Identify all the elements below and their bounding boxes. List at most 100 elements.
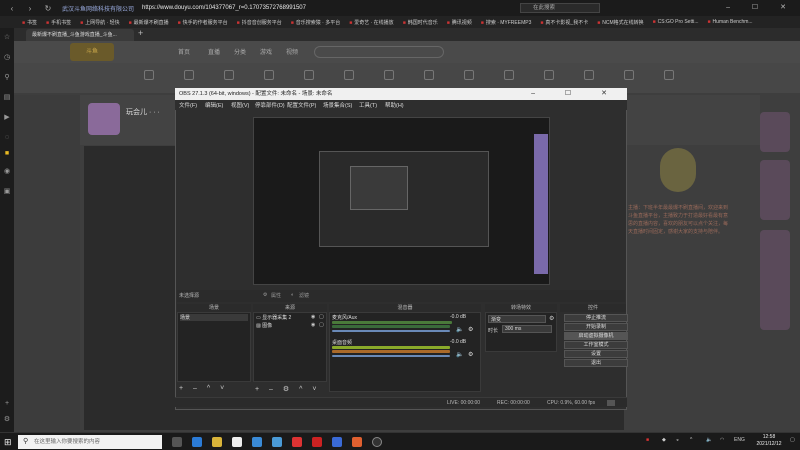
address-bar[interactable]: https://www.douyu.com/104377067_r=0.1707… <box>142 5 306 11</box>
chevron-up-icon[interactable]: ^ <box>690 437 692 443</box>
gear-icon[interactable]: ⚙ <box>3 416 11 424</box>
video-icon[interactable]: ▶ <box>3 114 11 122</box>
bookmark-item[interactable]: 抖音音创服务平台 <box>237 19 282 26</box>
category-icon[interactable] <box>224 70 234 80</box>
app-icon[interactable]: ■ <box>3 150 11 158</box>
studio-mode-button[interactable]: 工作室模式 <box>564 341 628 349</box>
category-icon[interactable] <box>664 70 674 80</box>
taskbar-clock[interactable]: 12:58 2021/12/12 <box>752 434 786 448</box>
menu-docks[interactable]: 停靠部件(D) <box>255 101 285 109</box>
refresh-icon[interactable]: ↻ <box>42 4 54 13</box>
note-icon[interactable]: ▤ <box>3 94 11 102</box>
menu-help[interactable]: 帮助(H) <box>385 101 404 109</box>
sources-controls[interactable]: + – ⚙ ^ ˅ <box>255 385 320 393</box>
category-icon[interactable] <box>624 70 634 80</box>
category-icon[interactable] <box>264 70 274 80</box>
browser-icon[interactable] <box>252 437 262 447</box>
app-icon[interactable] <box>332 437 342 447</box>
game-icon[interactable]: ◉ <box>3 168 11 176</box>
chat-icon[interactable]: ◌ <box>3 134 11 142</box>
bookmark-item[interactable]: 腾讯视频 <box>447 19 472 26</box>
menu-edit[interactable]: 编辑(E) <box>205 101 223 109</box>
gear-icon[interactable]: ⚙ <box>468 326 473 333</box>
obs-preview[interactable] <box>253 117 550 285</box>
shop-icon[interactable]: ▣ <box>3 188 11 196</box>
taskbar-search-input[interactable]: ⚲ 在这里输入你要搜索的内容 <box>18 435 162 449</box>
scenes-controls[interactable]: + – ^ ˅ <box>179 385 228 392</box>
source-item[interactable]: ▭ 显示器采集 2 <box>256 314 291 321</box>
menu-profile[interactable]: 配置文件(P) <box>287 101 316 109</box>
gift-panel[interactable] <box>760 230 790 330</box>
back-icon[interactable]: ‹ <box>6 4 18 13</box>
gear-icon[interactable]: ⚙ <box>468 351 473 358</box>
bookmark-item[interactable]: 搜索 · MYFREEMP3 <box>481 19 532 26</box>
bookmark-item[interactable]: 最新爆不刷直播 <box>129 19 169 26</box>
volume-slider[interactable] <box>332 355 450 357</box>
window-controls[interactable]: – ☐ ✕ <box>726 3 796 11</box>
category-icon[interactable] <box>144 70 154 80</box>
category-icon[interactable] <box>344 70 354 80</box>
tray-icon[interactable]: ■ <box>646 437 649 443</box>
app-icon[interactable] <box>272 437 282 447</box>
speaker-icon[interactable]: 🔈 <box>456 326 463 333</box>
gift-panel[interactable] <box>760 160 790 220</box>
filter-icon[interactable]: ◐ <box>291 292 294 298</box>
task-view-icon[interactable] <box>172 437 182 447</box>
tray-icon[interactable]: ◆ <box>662 437 666 443</box>
windows-start-icon[interactable]: ⊞ <box>4 437 12 448</box>
obs-taskbar-icon[interactable] <box>372 437 382 447</box>
lock-icon[interactable]: ▢ <box>319 322 324 328</box>
menu-view[interactable]: 视图(V) <box>231 101 249 109</box>
nav-item[interactable]: 视频 <box>286 47 298 56</box>
bookmark-item[interactable]: 音乐搜索猿 · 多平台 <box>291 19 340 26</box>
nav-item[interactable]: 直播 <box>208 47 220 56</box>
app-icon[interactable] <box>352 437 362 447</box>
category-icon[interactable] <box>184 70 194 80</box>
edge-icon[interactable] <box>192 437 202 447</box>
bookmark-item[interactable]: 快手的作者服务平台 <box>178 19 228 26</box>
site-identity[interactable]: 武汉斗鱼网络科技有限公司 <box>62 4 134 13</box>
bookmark-item[interactable]: 书签 <box>22 19 37 26</box>
bookmark-item[interactable]: 手机书签 <box>46 19 71 26</box>
douyu-search-input[interactable] <box>314 46 444 58</box>
virtual-camera-button[interactable]: 启动虚拟摄像机 <box>564 332 628 340</box>
bookmark-item[interactable]: 上网导航 · 轻快 <box>80 19 119 26</box>
nav-item[interactable]: 分类 <box>234 47 246 56</box>
app-icon[interactable] <box>312 437 322 447</box>
properties-button[interactable]: 属性 <box>271 292 281 299</box>
bookmark-item[interactable]: 韩国时代音乐 <box>403 19 438 26</box>
network-icon[interactable]: ◒ <box>676 437 679 443</box>
search-icon[interactable]: ⚲ <box>3 74 11 82</box>
filters-button[interactable]: 滤镜 <box>299 292 309 299</box>
streamer-name[interactable]: 玩会儿 · · · <box>126 107 160 117</box>
menu-tools[interactable]: 工具(T) <box>359 101 377 109</box>
bookmark-item[interactable]: NCM格式在线转换 <box>597 19 643 26</box>
language-indicator[interactable]: ENG <box>734 437 745 443</box>
promo-banner[interactable] <box>760 112 790 152</box>
menu-file[interactable]: 文件(F) <box>179 101 197 109</box>
wifi-icon[interactable]: ◠ <box>720 437 724 443</box>
transition-select[interactable]: 渐变 <box>488 315 546 323</box>
category-icon[interactable] <box>584 70 594 80</box>
category-icon[interactable] <box>504 70 514 80</box>
volume-icon[interactable]: 🔈 <box>706 437 712 443</box>
folder-icon[interactable] <box>212 437 222 447</box>
star-icon[interactable]: ☆ <box>3 34 11 42</box>
new-tab-icon[interactable]: + <box>138 28 143 38</box>
start-recording-button[interactable]: 开始录制 <box>564 323 628 331</box>
gear-icon[interactable]: ⚙ <box>263 292 267 298</box>
source-item[interactable]: ▨ 图像 <box>256 322 272 329</box>
tab-douyu[interactable]: 最新爆不刷直播_斗鱼游戏直播_斗鱼... <box>26 29 134 41</box>
category-icon[interactable] <box>304 70 314 80</box>
category-icon[interactable] <box>464 70 474 80</box>
bookmark-item[interactable]: CS:GO Pro Setti... <box>653 19 699 25</box>
app-icon[interactable] <box>292 437 302 447</box>
history-icon[interactable]: ◷ <box>3 54 11 62</box>
category-icon[interactable] <box>544 70 554 80</box>
browser-search-input[interactable]: 在此搜索 <box>520 3 600 13</box>
exit-button[interactable]: 退出 <box>564 359 628 367</box>
bookmark-item[interactable]: 真不卡影视_我不卡 <box>540 19 588 26</box>
bookmark-item[interactable]: Human Benchm... <box>708 19 753 25</box>
eye-icon[interactable]: ◉ <box>311 322 315 328</box>
store-icon[interactable] <box>232 437 242 447</box>
